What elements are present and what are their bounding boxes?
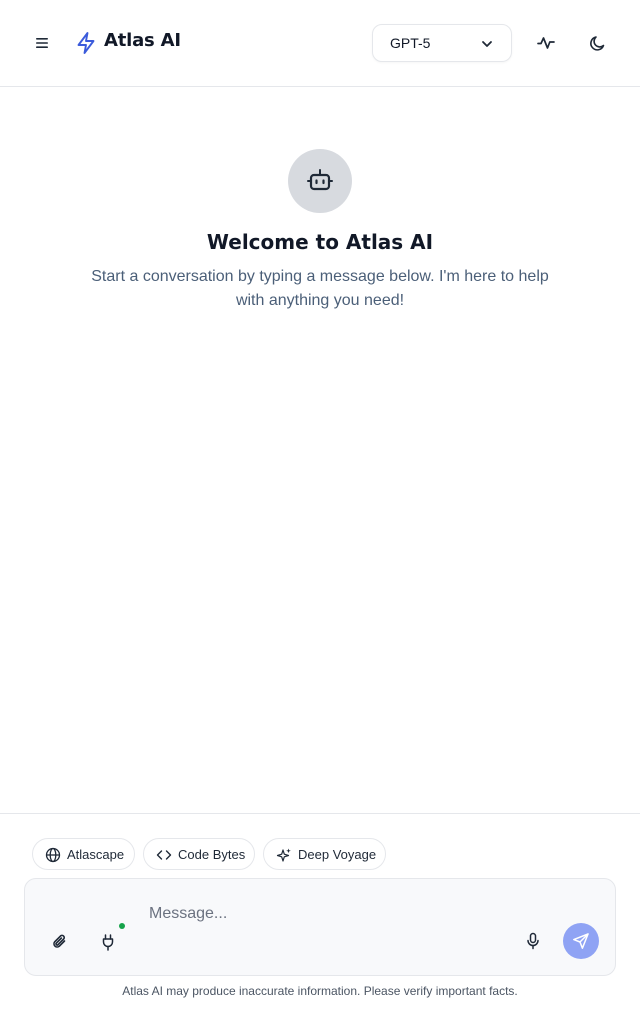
model-select[interactable]: GPT-5 (372, 24, 512, 62)
message-composer: Message... (24, 878, 616, 976)
welcome-subtitle: Start a conversation by typing a message… (91, 268, 549, 309)
menu-button[interactable] (30, 31, 54, 55)
code-icon (156, 850, 172, 860)
model-select-value: GPT-5 (390, 35, 431, 51)
chevron-down-icon (482, 41, 492, 47)
connection-status-dot (119, 923, 125, 929)
activity-icon (537, 37, 555, 49)
message-input[interactable]: Message... (149, 905, 509, 923)
theme-toggle-button[interactable] (586, 31, 610, 55)
brand-name: Atlas AI (104, 30, 181, 51)
plugin-button[interactable] (99, 932, 117, 952)
chip-label: Code Bytes (178, 847, 246, 862)
chip-code-bytes[interactable]: Code Bytes (143, 838, 255, 870)
attach-button[interactable] (50, 932, 70, 952)
chip-label: Atlascape (67, 847, 125, 862)
globe-icon (45, 847, 61, 863)
chip-atlascape[interactable]: Atlascape (32, 838, 135, 870)
sparkles-icon (276, 848, 291, 862)
microphone-icon (527, 932, 539, 950)
moon-icon (590, 36, 605, 51)
activity-button[interactable] (534, 31, 558, 55)
bot-avatar (288, 149, 352, 213)
lightning-icon (75, 31, 97, 55)
chip-label: Deep Voyage (298, 847, 377, 862)
composer-area: Atlascape Code Bytes Deep Voyage Message… (0, 813, 640, 1024)
chip-deep-voyage[interactable]: Deep Voyage (263, 838, 386, 870)
welcome-title: Welcome to Atlas AI (206, 230, 434, 254)
app-header: Atlas AI GPT-5 (0, 0, 640, 87)
microphone-button[interactable] (523, 931, 543, 951)
send-button[interactable] (563, 923, 599, 959)
paperclip-icon (53, 934, 66, 948)
send-icon (573, 933, 589, 949)
disclaimer-text: Atlas AI may produce inaccurate informat… (122, 984, 518, 998)
bot-icon (307, 169, 333, 191)
menu-icon (36, 38, 48, 48)
plug-icon (102, 934, 114, 951)
